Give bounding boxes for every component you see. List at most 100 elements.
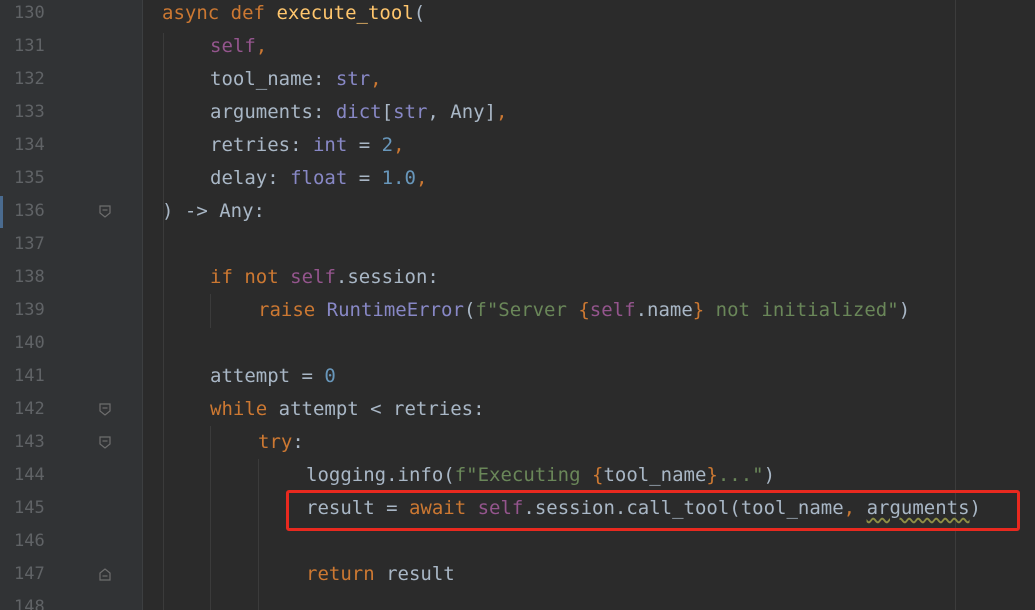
token: } <box>706 464 718 486</box>
fold-open-icon[interactable] <box>98 403 112 416</box>
line-number: 140 <box>14 333 45 353</box>
token: = <box>347 134 382 156</box>
line-number: 147 <box>14 564 45 584</box>
line-number: 135 <box>14 168 45 188</box>
code-text[interactable]: try: <box>258 426 304 459</box>
fold-close-icon[interactable] <box>98 205 112 218</box>
code-text[interactable]: arguments: dict[str, Any], <box>210 96 507 129</box>
token: { <box>578 299 590 321</box>
code-line-136[interactable]: 136 ) -> Any: <box>0 195 1035 228</box>
token: result <box>374 563 455 585</box>
code-line-143[interactable]: 143 try: <box>0 426 1035 459</box>
line-number: 143 <box>14 432 45 452</box>
line-number: 142 <box>14 399 45 419</box>
line-number: 130 <box>14 3 45 23</box>
token: f"Executing <box>454 464 592 486</box>
code-line-141[interactable]: 141 attempt = 0 <box>0 360 1035 393</box>
token: = <box>347 167 382 189</box>
token: delay: <box>210 167 291 189</box>
token: attempt = <box>210 365 325 387</box>
token: , <box>415 167 428 189</box>
highlight-annotation-box <box>286 490 1020 531</box>
code-line-137[interactable]: 137 <box>0 228 1035 261</box>
code-line-133[interactable]: 133 arguments: dict[str, Any], <box>0 96 1035 129</box>
code-line-139[interactable]: 139 raise RuntimeError(f"Server {self.na… <box>0 294 1035 327</box>
code-text[interactable]: tool_name: str, <box>210 63 382 96</box>
code-text[interactable]: ) -> Any: <box>162 195 265 228</box>
code-text[interactable]: delay: float = 1.0, <box>210 162 427 195</box>
line-number: 145 <box>14 498 45 518</box>
token: self <box>290 266 336 288</box>
code-text[interactable]: attempt = 0 <box>210 360 336 393</box>
token: dict <box>335 101 382 123</box>
code-line-140[interactable]: 140 <box>0 327 1035 360</box>
code-line-132[interactable]: 132 tool_name: str, <box>0 63 1035 96</box>
token: .session: <box>335 266 439 288</box>
token: ( <box>463 299 476 321</box>
token: } <box>692 299 705 321</box>
code-line-144[interactable]: 144 logging.info(f"Executing {tool_name}… <box>0 459 1035 492</box>
token: , <box>496 101 508 123</box>
line-number: 141 <box>14 366 45 386</box>
token: arguments: <box>210 101 336 123</box>
token: try <box>258 431 293 453</box>
code-text[interactable]: async def execute_tool( <box>162 0 425 30</box>
line-number: 138 <box>14 267 45 287</box>
token: , <box>393 134 405 156</box>
token: f"Server <box>475 299 579 321</box>
token: str <box>393 101 428 123</box>
code-line-147[interactable]: 147 return result <box>0 558 1035 591</box>
token: self <box>589 299 636 321</box>
code-text[interactable]: retries: int = 2, <box>210 129 405 162</box>
token: while <box>210 398 268 420</box>
token: attempt < retries: <box>267 398 485 420</box>
line-number: 132 <box>14 69 45 89</box>
line-number: 131 <box>14 36 45 56</box>
code-text[interactable]: return result <box>306 558 455 591</box>
token: not <box>244 266 279 288</box>
line-number: 136 <box>14 201 45 221</box>
token: : <box>292 431 304 453</box>
code-text[interactable]: raise RuntimeError(f"Server {self.name} … <box>258 294 910 327</box>
code-text[interactable]: while attempt < retries: <box>210 393 485 426</box>
token: .name <box>635 299 693 321</box>
token: 2 <box>381 134 394 156</box>
token: ..." <box>717 464 764 486</box>
line-number: 134 <box>14 135 45 155</box>
token: def <box>230 2 265 24</box>
token: ) -> Any: <box>162 200 265 222</box>
token: self <box>210 35 256 57</box>
fold-close-icon[interactable] <box>98 568 112 581</box>
line-number: 148 <box>14 597 45 610</box>
code-line-138[interactable]: 138 if not self.session: <box>0 261 1035 294</box>
token: if <box>210 266 233 288</box>
line-number: 146 <box>14 531 45 551</box>
line-number: 144 <box>14 465 45 485</box>
token: 1.0 <box>381 167 416 189</box>
code-editor[interactable]: 130 async def execute_tool( 131 self, 13… <box>0 0 1035 610</box>
token: tool_name: <box>210 68 336 90</box>
code-line-148[interactable]: 148 <box>0 591 1035 610</box>
code-text[interactable]: self, <box>210 30 267 63</box>
code-line-131[interactable]: 131 self, <box>0 30 1035 63</box>
code-line-135[interactable]: 135 delay: float = 1.0, <box>0 162 1035 195</box>
token: , <box>255 35 268 57</box>
code-line-130[interactable]: 130 async def execute_tool( <box>0 0 1035 30</box>
token: str <box>335 68 371 90</box>
code-line-142[interactable]: 142 while attempt < retries: <box>0 393 1035 426</box>
token: raise <box>258 299 316 321</box>
code-line-134[interactable]: 134 retries: int = 2, <box>0 129 1035 162</box>
line-number: 139 <box>14 300 45 320</box>
code-text[interactable]: logging.info(f"Executing {tool_name}..."… <box>306 459 775 492</box>
code-text[interactable]: if not self.session: <box>210 261 439 294</box>
token: int <box>312 134 348 156</box>
token: not initialized" <box>704 299 899 321</box>
token: RuntimeError <box>326 299 464 321</box>
fold-open-icon[interactable] <box>98 436 112 449</box>
token: [ <box>381 101 394 123</box>
token: ( <box>413 2 426 24</box>
